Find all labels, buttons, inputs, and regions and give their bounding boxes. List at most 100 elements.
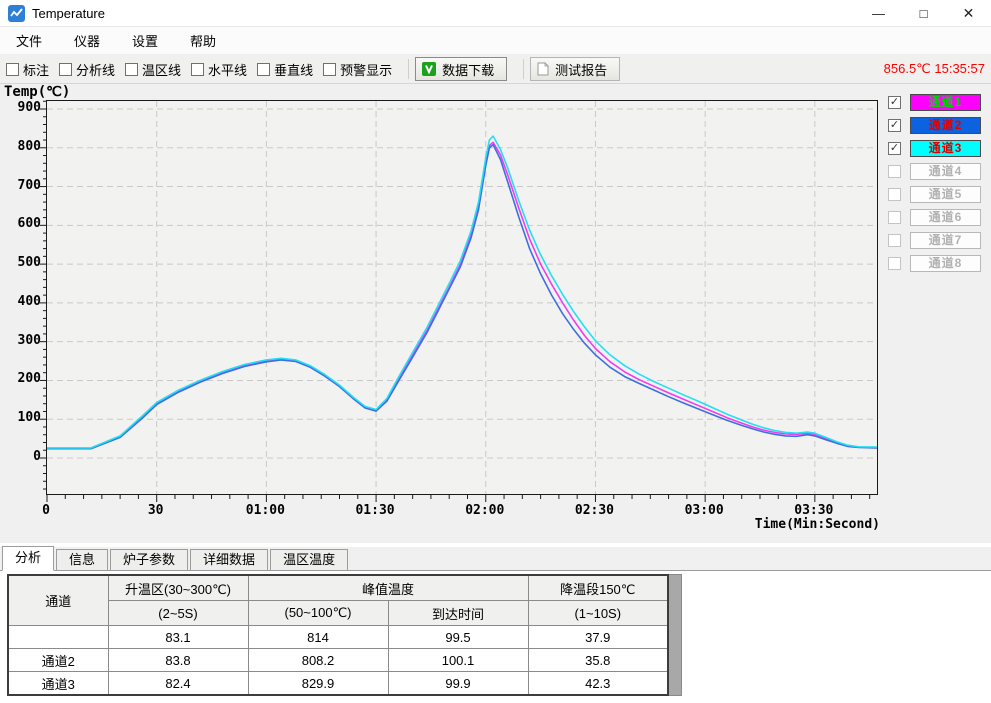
window-title: Temperature xyxy=(32,6,105,21)
status-temp-time: 856.5℃ 15:35:57 xyxy=(884,61,985,77)
app-icon xyxy=(8,5,25,22)
y-tick-label: 200 xyxy=(5,371,41,386)
channel-button-2[interactable]: 通道2 xyxy=(910,117,981,134)
test-report-button[interactable]: 测试报告 xyxy=(530,57,620,81)
channel-row-5: 通道5 xyxy=(888,186,981,202)
toolbar: 标注分析线 温区线水平线 垂直线 预警显示 数据下载 测试报告 856.5℃ 15:3… xyxy=(0,55,991,84)
table-group-header: 峰值温度 xyxy=(248,575,528,601)
checkbox-box xyxy=(191,63,204,76)
y-tick-label: 700 xyxy=(5,178,41,193)
plot-region[interactable] xyxy=(46,100,878,495)
bottom-tab-bar: 分析信息炉子参数详细数据温区温度 xyxy=(0,547,991,571)
channel-checkbox-2[interactable]: ✓ xyxy=(888,119,901,132)
table-header-channel: 通道 xyxy=(8,575,108,626)
download-data-button[interactable]: 数据下载 xyxy=(415,57,507,81)
toolbar-checkbox-5[interactable]: 垂直线 xyxy=(257,60,313,79)
x-tick-label: 02:30 xyxy=(564,503,624,518)
table-cell: 814 xyxy=(248,626,388,649)
toolbar-checkbox-2[interactable]: 分析线 xyxy=(59,60,115,79)
tab-温区温度[interactable]: 温区温度 xyxy=(270,549,348,570)
tab-炉子参数[interactable]: 炉子参数 xyxy=(110,549,188,570)
table-cell: 829.9 xyxy=(248,672,388,696)
toolbar-checkbox-label: 温区线 xyxy=(142,60,181,79)
menu-bar: 文件仪器设置帮助 xyxy=(0,27,991,55)
channel-button-1[interactable]: 通道1 xyxy=(910,94,981,111)
channel-checkbox-5[interactable] xyxy=(888,188,901,201)
table-cell: 99.9 xyxy=(388,672,528,696)
table-cell: 808.2 xyxy=(248,649,388,672)
channel-checkbox-4[interactable] xyxy=(888,165,901,178)
channel-button-6[interactable]: 通道6 xyxy=(910,209,981,226)
minimize-button[interactable]: — xyxy=(856,0,901,26)
table-cell: 100.1 xyxy=(388,649,528,672)
close-button[interactable]: ✕ xyxy=(946,0,991,26)
x-tick-label: 03:00 xyxy=(674,503,734,518)
toolbar-checkbox-label: 预警显示 xyxy=(340,60,392,79)
channel-row-4: 通道4 xyxy=(888,163,981,179)
toolbar-checkbox-4[interactable]: 水平线 xyxy=(191,60,247,79)
download-icon xyxy=(422,62,436,76)
tab-信息[interactable]: 信息 xyxy=(56,549,108,570)
channel-button-7[interactable]: 通道7 xyxy=(910,232,981,249)
table-group-header: 降温段150℃ xyxy=(528,575,668,601)
toolbar-checkbox-1[interactable]: 标注 xyxy=(6,60,49,79)
y-tick-label: 900 xyxy=(5,100,41,115)
channel-row-8: 通道8 xyxy=(888,255,981,271)
menu-item-4[interactable]: 帮助 xyxy=(180,27,226,54)
channel-row-1: ✓ 通道1 xyxy=(888,94,981,110)
toolbar-checkbox-6[interactable]: 预警显示 xyxy=(323,60,392,79)
table-cell: 83.1 xyxy=(108,626,248,649)
table-row: 通道382.4829.999.942.3 xyxy=(8,672,668,696)
y-tick-label: 300 xyxy=(5,333,41,348)
y-tick-label: 400 xyxy=(5,294,41,309)
channel-button-8[interactable]: 通道8 xyxy=(910,255,981,272)
channel-row-7: 通道7 xyxy=(888,232,981,248)
table-row: 通道183.181499.537.9 xyxy=(8,626,668,649)
row-label-通道2[interactable]: 通道2 xyxy=(8,649,108,672)
tab-详细数据[interactable]: 详细数据 xyxy=(190,549,268,570)
table-cell: 99.5 xyxy=(388,626,528,649)
x-axis-title: Time(Min:Second) xyxy=(700,517,880,532)
row-label-通道1[interactable]: 通道1 xyxy=(8,626,108,649)
channel-button-5[interactable]: 通道5 xyxy=(910,186,981,203)
x-tick-label: 01:00 xyxy=(235,503,295,518)
x-tick-label: 30 xyxy=(126,503,186,518)
channel-row-3: ✓ 通道3 xyxy=(888,140,981,156)
channel-checkbox-8[interactable] xyxy=(888,257,901,270)
analysis-table: 通道升温区(30~300℃)峰值温度降温段150℃(2~5S)(50~100℃)… xyxy=(7,574,669,696)
analysis-panel: 通道升温区(30~300℃)峰值温度降温段150℃(2~5S)(50~100℃)… xyxy=(0,571,991,696)
channel-checkbox-3[interactable]: ✓ xyxy=(888,142,901,155)
channel-button-4[interactable]: 通道4 xyxy=(910,163,981,180)
table-row: 通道283.8808.2100.135.8 xyxy=(8,649,668,672)
maximize-button[interactable]: □ xyxy=(901,0,946,26)
checkbox-box xyxy=(323,63,336,76)
x-tick-label: 01:30 xyxy=(345,503,405,518)
table-sub-header: (50~100℃) xyxy=(248,601,388,626)
toolbar-checkbox-label: 垂直线 xyxy=(274,60,313,79)
channel-button-3[interactable]: 通道3 xyxy=(910,140,981,157)
table-sub-header: 到达时间 xyxy=(388,601,528,626)
checkbox-box xyxy=(6,63,19,76)
channel-checkbox-1[interactable]: ✓ xyxy=(888,96,901,109)
toolbar-checkbox-label: 标注 xyxy=(23,60,49,79)
table-cell: 35.8 xyxy=(528,649,668,672)
y-tick-label: 800 xyxy=(5,139,41,154)
y-tick-label: 100 xyxy=(5,410,41,425)
menu-item-1[interactable]: 文件 xyxy=(6,27,52,54)
checkbox-box xyxy=(125,63,138,76)
menu-item-2[interactable]: 仪器 xyxy=(64,27,110,54)
menu-item-3[interactable]: 设置 xyxy=(122,27,168,54)
x-tick-label: 02:00 xyxy=(455,503,515,518)
temperature-plot xyxy=(47,101,877,494)
channel-row-6: 通道6 xyxy=(888,209,981,225)
channel-checkbox-7[interactable] xyxy=(888,234,901,247)
channel-row-2: ✓ 通道2 xyxy=(888,117,981,133)
toolbar-separator xyxy=(408,59,409,79)
checkbox-box xyxy=(257,63,270,76)
tab-分析[interactable]: 分析 xyxy=(2,546,54,571)
table-side-strip xyxy=(669,574,682,696)
channel-checkbox-6[interactable] xyxy=(888,211,901,224)
row-label-通道3[interactable]: 通道3 xyxy=(8,672,108,696)
download-data-label: 数据下载 xyxy=(442,60,494,79)
toolbar-checkbox-3[interactable]: 温区线 xyxy=(125,60,181,79)
